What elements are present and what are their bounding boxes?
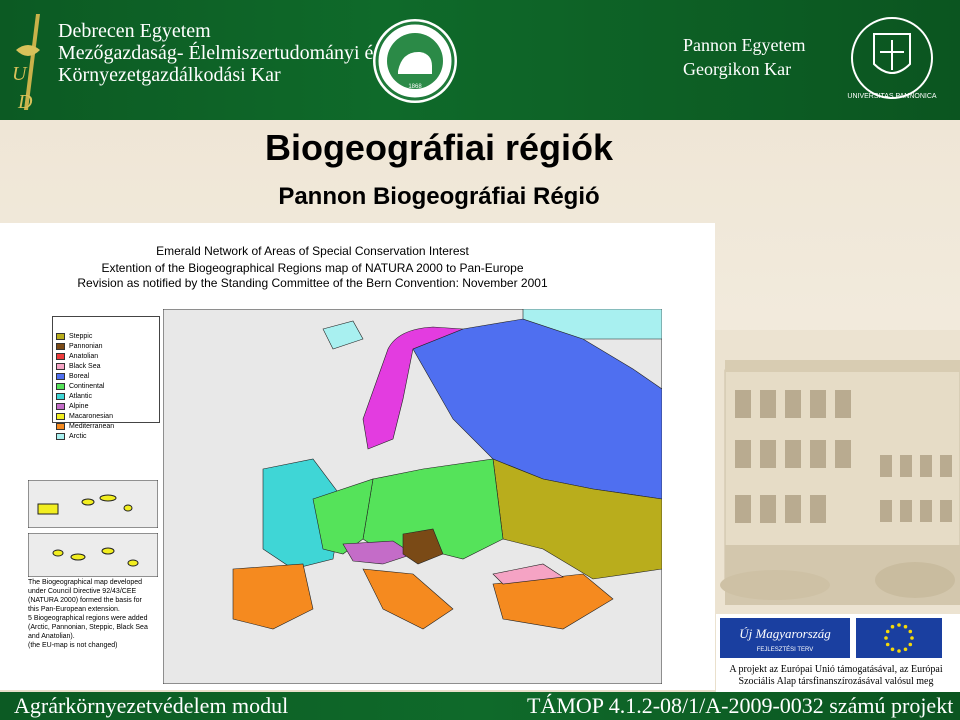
- legend-label: Boreal: [69, 372, 90, 380]
- legend-item: Anatolian: [56, 351, 159, 361]
- map-heading-3: Revision as notified by the Standing Com…: [77, 276, 548, 290]
- legend-label: Macaronesian: [69, 412, 113, 420]
- partner-line-1: Pannon Egyetem: [683, 35, 806, 55]
- legend-label: Black Sea: [69, 362, 101, 370]
- footer-bar: Agrárkörnyezetvédelem modul TÁMOP 4.1.2-…: [0, 692, 960, 720]
- eu-caption: A projekt az Európai Unió támogatásával,…: [712, 664, 960, 688]
- eu-star: [903, 624, 908, 629]
- europe-regions-map: [163, 309, 662, 684]
- eu-star: [908, 629, 913, 634]
- legend-item: Atlantic: [56, 391, 159, 401]
- eu-star: [908, 642, 913, 647]
- legend-item: Black Sea: [56, 361, 159, 371]
- legend-swatch: [56, 362, 65, 370]
- uj-magyarorszag-logo-icon: Új Magyarország FEJLESZTÉSI TERV: [720, 618, 850, 658]
- note-line: (the EU-map is not changed): [28, 642, 118, 649]
- legend-label: Steppic: [69, 332, 93, 340]
- legend-swatch: [56, 402, 65, 410]
- eu-star: [890, 624, 895, 629]
- slide-subtitle: Pannon Biogeográfiai Régió: [278, 183, 600, 210]
- map-legend: Steppic Pannonian Anatolian Black Sea Boreal…: [52, 316, 160, 440]
- faculty-seal-icon: 1868: [373, 19, 457, 103]
- legend-swatch: [56, 332, 65, 340]
- eu-star: [897, 623, 901, 627]
- pannon-crest-icon: UNIVERSITAS PANNONICA: [847, 17, 937, 100]
- legend-swatch: [56, 352, 65, 360]
- eu-star: [885, 642, 890, 647]
- seal-year: 1868: [408, 84, 422, 90]
- legend-item: Steppic: [56, 331, 159, 341]
- eu-flag-icon: [856, 618, 942, 658]
- note-line: 5 Biogeographical regions were added: [28, 615, 148, 622]
- legend-item: Boreal: [56, 371, 159, 381]
- eu-star: [903, 647, 908, 652]
- legend-label: Alpine: [69, 402, 89, 410]
- eu-star: [884, 636, 888, 640]
- map-note: The Biogeographical map developed under …: [28, 578, 168, 650]
- header-bar: U D Debrecen Egyetem Mezőgazdaság- Élelm…: [0, 0, 960, 120]
- eu-star: [897, 649, 901, 653]
- legend-label: Atlantic: [69, 392, 92, 400]
- note-line: and Anatolian).: [28, 633, 75, 640]
- legend-swatch: [56, 422, 65, 430]
- legend-swatch: [56, 432, 65, 440]
- logo-title: Új Magyarország: [739, 626, 831, 641]
- debrecen-logo-icon: U D: [12, 14, 40, 113]
- legend-label: Arctic: [69, 432, 87, 440]
- legend-swatch: [56, 342, 65, 350]
- eu-caption-line-1: A projekt az Európai Unió támogatásával,…: [729, 664, 943, 675]
- legend-label: Pannonian: [69, 342, 103, 350]
- legend-item: Pannonian: [56, 341, 159, 351]
- legend-item: Mediterranean: [56, 421, 159, 431]
- note-line: under Council Directive 92/43/CEE: [28, 588, 137, 595]
- eu-caption-line-2: Szociális Alap társfinanszírozásával val…: [738, 676, 934, 687]
- eu-star: [890, 647, 895, 652]
- legend-item: Macaronesian: [56, 411, 159, 421]
- legend-item: Continental: [56, 381, 159, 391]
- slide-title: Biogeográfiai régiók: [264, 127, 614, 168]
- partner-title: Pannon Egyetem Georgikon Kar: [683, 33, 805, 81]
- eu-star: [885, 629, 890, 634]
- legend-label: Continental: [69, 382, 105, 390]
- legend-item: Arctic: [56, 431, 159, 441]
- footer-module: Agrárkörnyezetvédelem modul: [14, 693, 289, 718]
- note-line: (Arctic, Pannonian, Steppic, Black Sea: [28, 624, 148, 631]
- note-line: this Pan-European extension.: [28, 606, 120, 613]
- faculty-line-3: Környezetgazdálkodási Kar: [58, 64, 281, 86]
- canary-islands-inset: [28, 480, 158, 528]
- svg-text:D: D: [17, 91, 33, 113]
- eu-star: [910, 636, 914, 640]
- svg-text:U: U: [12, 63, 28, 85]
- legend-swatch: [56, 412, 65, 420]
- note-line: (NATURA 2000) formed the basis for: [28, 597, 142, 604]
- logo-subtitle: FEJLESZTÉSI TERV: [757, 646, 813, 653]
- legend-label: Mediterranean: [69, 422, 115, 430]
- legend-swatch: [56, 372, 65, 380]
- crest-text: UNIVERSITAS PANNONICA: [847, 93, 937, 100]
- legend-label: Anatolian: [69, 352, 99, 360]
- faculty-line-1: Debrecen Egyetem: [58, 20, 211, 42]
- map-heading-2: Extention of the Biogeographical Regions…: [101, 261, 524, 275]
- note-line: The Biogeographical map developed: [28, 579, 143, 586]
- legend-item: Alpine: [56, 401, 159, 411]
- faculty-line-2: Mezőgazdaság- Élelmiszertudományi és: [58, 42, 382, 64]
- building-illustration: [715, 330, 960, 630]
- legend-swatch: [56, 382, 65, 390]
- partner-line-2: Georgikon Kar: [683, 59, 792, 79]
- map-heading-1: Emerald Network of Areas of Special Cons…: [156, 244, 469, 258]
- faculty-title: Debrecen Egyetem Mezőgazdaság- Élelmisze…: [58, 20, 381, 86]
- footer-project: TÁMOP 4.1.2-08/1/A-2009-0032 számú proje…: [527, 693, 954, 718]
- azores-inset: [28, 533, 158, 577]
- legend-swatch: [56, 392, 65, 400]
